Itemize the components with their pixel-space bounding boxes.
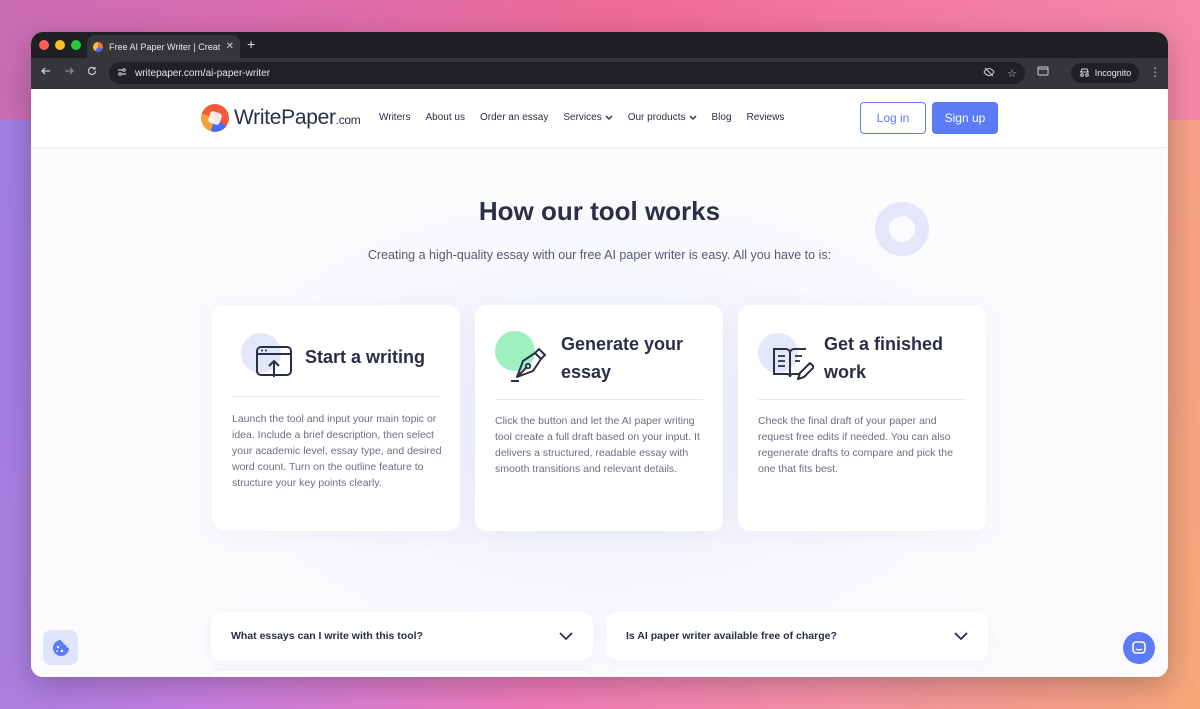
- chevron-down-icon: [954, 631, 968, 640]
- close-icon[interactable]: ✕: [226, 41, 234, 52]
- card-body: Launch the tool and input your main topi…: [232, 413, 442, 489]
- cookie-settings-button[interactable]: [43, 630, 78, 665]
- step-card-start: Start a writing Launch the tool and inpu…: [212, 305, 460, 531]
- nav-order-essay[interactable]: Order an essay: [480, 112, 548, 123]
- menu-kebab-icon[interactable]: ⋮: [1149, 65, 1161, 79]
- close-window-button[interactable]: [39, 40, 49, 50]
- chat-support-button[interactable]: [1123, 632, 1155, 664]
- faq-item[interactable]: Is AI paper writer available free of cha…: [606, 612, 988, 660]
- faq-item[interactable]: What essays can I write with this tool?: [211, 612, 593, 660]
- eye-off-icon[interactable]: [983, 67, 995, 80]
- card-title: Get a finished work: [824, 334, 944, 382]
- main-nav: Writers About us Order an essay Services…: [379, 112, 784, 123]
- card-divider: [495, 399, 703, 400]
- section-title: How our tool works: [478, 196, 721, 226]
- card-divider: [758, 399, 966, 400]
- incognito-label: Incognito: [1094, 68, 1132, 78]
- site-settings-icon[interactable]: [117, 67, 127, 79]
- chat-icon: [1132, 641, 1146, 654]
- favicon-icon: [93, 41, 103, 52]
- chevron-down-icon: [559, 631, 573, 640]
- tab-title: Free AI Paper Writer | Create: [109, 41, 220, 52]
- url-text: writepaper.com/ai-paper-writer: [135, 67, 271, 79]
- site-logo[interactable]: WritePaper.com: [201, 104, 361, 132]
- new-tab-button[interactable]: +: [247, 36, 255, 52]
- logo-text: WritePaper.com: [234, 106, 361, 129]
- logo-icon: [201, 104, 229, 132]
- step-card-finished: Get a finished work Check the final draf…: [738, 305, 986, 531]
- nav-services[interactable]: Services: [563, 112, 613, 123]
- cookie-icon: [52, 639, 69, 656]
- faq-question: Is AI paper writer available free of cha…: [626, 630, 837, 642]
- chevron-down-icon: [689, 115, 697, 120]
- incognito-icon: [1079, 68, 1090, 79]
- pen-nib-icon: [495, 329, 555, 389]
- site-header: WritePaper.com Writers About us Order an…: [31, 89, 1168, 148]
- browser-tab[interactable]: Free AI Paper Writer | Create ✕: [87, 35, 240, 58]
- nav-our-products[interactable]: Our products: [628, 112, 697, 123]
- address-bar[interactable]: writepaper.com/ai-paper-writer ☆: [109, 62, 1025, 84]
- section-subtitle: Creating a high-quality essay with our f…: [367, 248, 832, 262]
- incognito-indicator[interactable]: Incognito: [1071, 63, 1139, 83]
- faq-item-partial[interactable]: [211, 671, 593, 677]
- browser-tab-bar: Free AI Paper Writer | Create ✕ +: [31, 32, 1168, 58]
- book-edit-icon: [758, 329, 818, 389]
- minimize-window-button[interactable]: [55, 40, 65, 50]
- browser-window: Free AI Paper Writer | Create ✕ + writep…: [31, 32, 1168, 677]
- back-arrow-icon[interactable]: [41, 66, 51, 79]
- main-content: How our tool works Creating a high-quali…: [31, 149, 1168, 677]
- card-body: Click the button and let the AI paper wr…: [495, 415, 700, 475]
- tab-search-icon[interactable]: [1037, 66, 1049, 79]
- window-controls: [39, 40, 81, 50]
- maximize-window-button[interactable]: [71, 40, 81, 50]
- signup-button[interactable]: Sign up: [932, 102, 998, 134]
- nav-reviews[interactable]: Reviews: [747, 112, 785, 123]
- nav-writers[interactable]: Writers: [379, 112, 410, 123]
- star-icon[interactable]: ☆: [1007, 67, 1017, 80]
- card-divider: [232, 396, 440, 397]
- upload-window-icon: [232, 329, 292, 389]
- reload-icon[interactable]: [87, 66, 97, 79]
- nav-blog[interactable]: Blog: [712, 112, 732, 123]
- forward-arrow-icon[interactable]: [64, 66, 74, 79]
- nav-about-us[interactable]: About us: [425, 112, 464, 123]
- card-body: Check the final draft of your paper and …: [758, 415, 953, 475]
- browser-toolbar: writepaper.com/ai-paper-writer ☆ Incogni…: [31, 58, 1168, 89]
- login-button[interactable]: Log in: [860, 102, 926, 134]
- faq-question: What essays can I write with this tool?: [231, 630, 423, 642]
- chevron-down-icon: [605, 115, 613, 120]
- step-card-generate: Generate your essay Click the button and…: [475, 305, 723, 531]
- card-title: Generate your essay: [561, 334, 684, 382]
- card-title: Start a writing: [305, 347, 426, 367]
